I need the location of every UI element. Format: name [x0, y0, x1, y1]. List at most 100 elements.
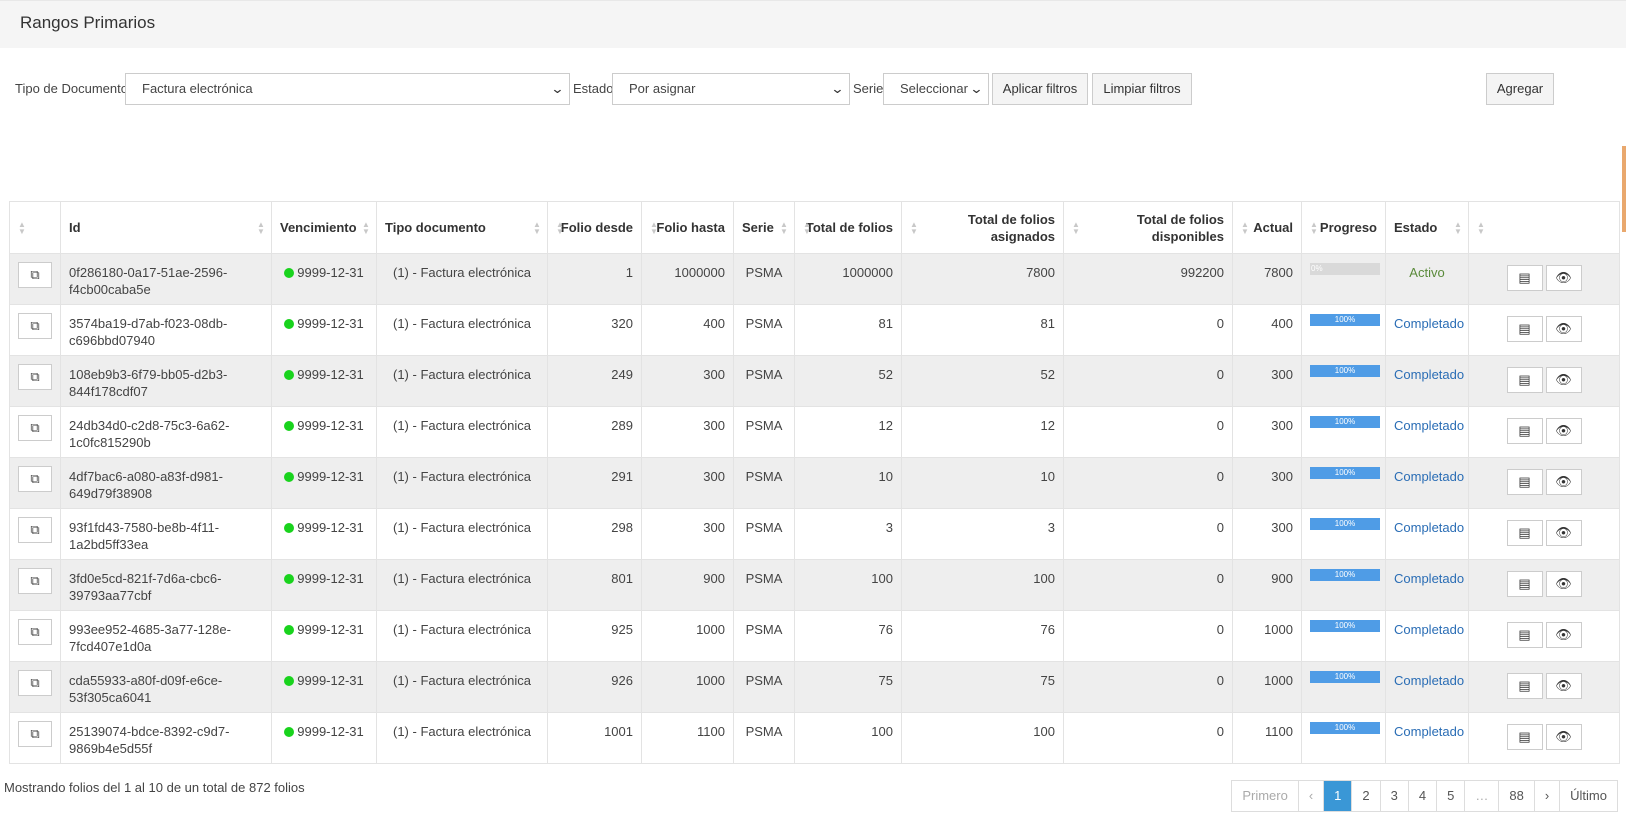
- copy-icon[interactable]: ⧉: [18, 466, 52, 492]
- copy-icon[interactable]: ⧉: [18, 721, 52, 747]
- pager-item[interactable]: 5: [1436, 781, 1464, 811]
- tipo-documento-select[interactable]: Factura electrónica ⌄: [125, 73, 570, 105]
- total-folios-cell: 100: [794, 559, 902, 611]
- eye-icon[interactable]: 👁: [1545, 571, 1582, 597]
- col-vencimiento-header[interactable]: Vencimiento ▲ ▼: [271, 201, 377, 254]
- actions-cell: ▤ 👁: [1468, 457, 1620, 509]
- copy-icon[interactable]: ⧉: [18, 364, 52, 390]
- chevron-down-icon: ⌄: [969, 81, 984, 96]
- copy-cell: ⧉: [9, 457, 61, 509]
- clear-filters-button[interactable]: Limpiar filtros: [1092, 73, 1192, 105]
- list-icon[interactable]: ▤: [1506, 724, 1543, 750]
- col-folio-desde-header[interactable]: ▲ ▼ Folio desde: [547, 201, 642, 254]
- eye-icon[interactable]: 👁: [1545, 673, 1582, 699]
- estado-select[interactable]: Por asignar ⌄: [612, 73, 850, 105]
- folio-hasta-cell: 300: [641, 508, 734, 560]
- id-cell: 3574ba19-d7ab-f023-08db-c696bbd07940: [60, 304, 272, 356]
- total-folios-cell: 1000000: [794, 253, 902, 305]
- folio-hasta-cell: 1100: [641, 712, 734, 764]
- progress-fill: 100%: [1310, 722, 1380, 734]
- pager-item[interactable]: Primero: [1232, 781, 1298, 811]
- list-icon[interactable]: ▤: [1506, 673, 1543, 699]
- table-header-row: ▲ ▼ Id ▲ ▼ Vencimiento ▲ ▼ Tipo documento ▲ ▼ ▲…: [9, 201, 1620, 254]
- serie-select[interactable]: Seleccionar ⌄: [883, 73, 989, 105]
- status-dot-icon: [284, 676, 295, 686]
- actual-cell: 300: [1232, 457, 1302, 509]
- pager-item[interactable]: ›: [1533, 781, 1559, 811]
- pager-item[interactable]: 1: [1323, 781, 1352, 811]
- estado-cell: Completado: [1385, 304, 1469, 356]
- eye-icon[interactable]: 👁: [1545, 265, 1582, 291]
- col-folio-hasta-header[interactable]: ▲ ▼ Folio hasta: [641, 201, 734, 254]
- total-disponibles-cell: 0: [1063, 355, 1233, 407]
- eye-icon[interactable]: 👁: [1545, 316, 1582, 342]
- pager-item[interactable]: 3: [1379, 781, 1408, 811]
- table-row: ⧉ cda55933-a80f-d09f-e6ce-53f305ca6041 999…: [9, 661, 1620, 713]
- status-dot-icon: [284, 268, 295, 278]
- list-icon[interactable]: ▤: [1506, 265, 1543, 291]
- vencimiento-cell: 9999-12-31: [271, 304, 377, 356]
- progress-bar: 100%: [1310, 671, 1380, 683]
- progreso-cell: 100%: [1301, 712, 1386, 764]
- list-icon[interactable]: ▤: [1506, 469, 1543, 495]
- eye-icon[interactable]: 👁: [1545, 520, 1582, 546]
- col-estado-header[interactable]: Estado ▲ ▼: [1385, 201, 1469, 254]
- pager-item[interactable]: …: [1464, 781, 1498, 811]
- serie-cell: PSMA: [733, 559, 795, 611]
- col-total-folios-header[interactable]: ▲ ▼ Total de folios: [794, 201, 902, 254]
- ranges-table: ▲ ▼ Id ▲ ▼ Vencimiento ▲ ▼ Tipo documento ▲ ▼ ▲…: [9, 201, 1620, 764]
- eye-icon[interactable]: 👁: [1545, 622, 1582, 648]
- copy-icon[interactable]: ⧉: [18, 313, 52, 339]
- col-progreso-header[interactable]: ▲ ▼ Progreso: [1301, 201, 1386, 254]
- pager-item[interactable]: 2: [1351, 781, 1379, 811]
- pager-item[interactable]: Último: [1559, 781, 1617, 811]
- actions-cell: ▤ 👁: [1468, 406, 1620, 458]
- eye-icon[interactable]: 👁: [1545, 367, 1582, 393]
- progreso-cell: 100%: [1301, 508, 1386, 560]
- copy-icon[interactable]: ⧉: [18, 619, 52, 645]
- eye-icon[interactable]: 👁: [1545, 469, 1582, 495]
- pager-item[interactable]: ‹: [1297, 781, 1323, 811]
- col-copy-header[interactable]: ▲ ▼: [9, 201, 61, 254]
- list-icon[interactable]: ▤: [1506, 622, 1543, 648]
- copy-icon[interactable]: ⧉: [18, 568, 52, 594]
- col-total-disponibles-header[interactable]: ▲ ▼ Total de folios disponibles: [1063, 201, 1233, 254]
- progreso-cell: 100%: [1301, 661, 1386, 713]
- vencimiento-cell: 9999-12-31: [271, 559, 377, 611]
- progress-label: 0%: [1311, 264, 1323, 273]
- copy-icon[interactable]: ⧉: [18, 415, 52, 441]
- col-total-asignados-header[interactable]: ▲ ▼ Total de folios asignados: [901, 201, 1064, 254]
- pager-item[interactable]: 4: [1407, 781, 1436, 811]
- copy-icon[interactable]: ⧉: [18, 517, 52, 543]
- sort-icon: ▲ ▼: [1454, 219, 1462, 236]
- col-id-header[interactable]: Id ▲ ▼: [60, 201, 272, 254]
- scrollbar-marker[interactable]: [1622, 146, 1626, 232]
- total-asignados-cell: 52: [901, 355, 1064, 407]
- copy-icon[interactable]: ⧉: [18, 670, 52, 696]
- tipo-cell: (1) - Factura electrónica: [376, 508, 548, 560]
- estado-cell: Completado: [1385, 661, 1469, 713]
- col-serie-header[interactable]: Serie ▲ ▼: [733, 201, 795, 254]
- tipo-cell: (1) - Factura electrónica: [376, 457, 548, 509]
- eye-icon[interactable]: 👁: [1545, 724, 1582, 750]
- sort-icon: ▲ ▼: [257, 219, 265, 236]
- sort-icon: ▲ ▼: [650, 219, 658, 236]
- copy-cell: ⧉: [9, 508, 61, 560]
- list-icon[interactable]: ▤: [1506, 316, 1543, 342]
- folio-desde-cell: 926: [547, 661, 642, 713]
- add-button[interactable]: Agregar: [1486, 73, 1554, 105]
- col-tipo-header[interactable]: Tipo documento ▲ ▼: [376, 201, 548, 254]
- list-icon[interactable]: ▤: [1506, 418, 1543, 444]
- tipo-cell: (1) - Factura electrónica: [376, 406, 548, 458]
- list-icon[interactable]: ▤: [1506, 520, 1543, 546]
- apply-filters-button[interactable]: Aplicar filtros: [992, 73, 1088, 105]
- copy-icon[interactable]: ⧉: [18, 262, 52, 288]
- list-icon[interactable]: ▤: [1506, 367, 1543, 393]
- tipo-cell: (1) - Factura electrónica: [376, 253, 548, 305]
- copy-cell: ⧉: [9, 304, 61, 356]
- col-actual-header[interactable]: ▲ ▼ Actual: [1232, 201, 1302, 254]
- col-actions-header[interactable]: ▲ ▼: [1468, 201, 1620, 254]
- pager-item[interactable]: 88: [1498, 781, 1533, 811]
- eye-icon[interactable]: 👁: [1545, 418, 1582, 444]
- list-icon[interactable]: ▤: [1506, 571, 1543, 597]
